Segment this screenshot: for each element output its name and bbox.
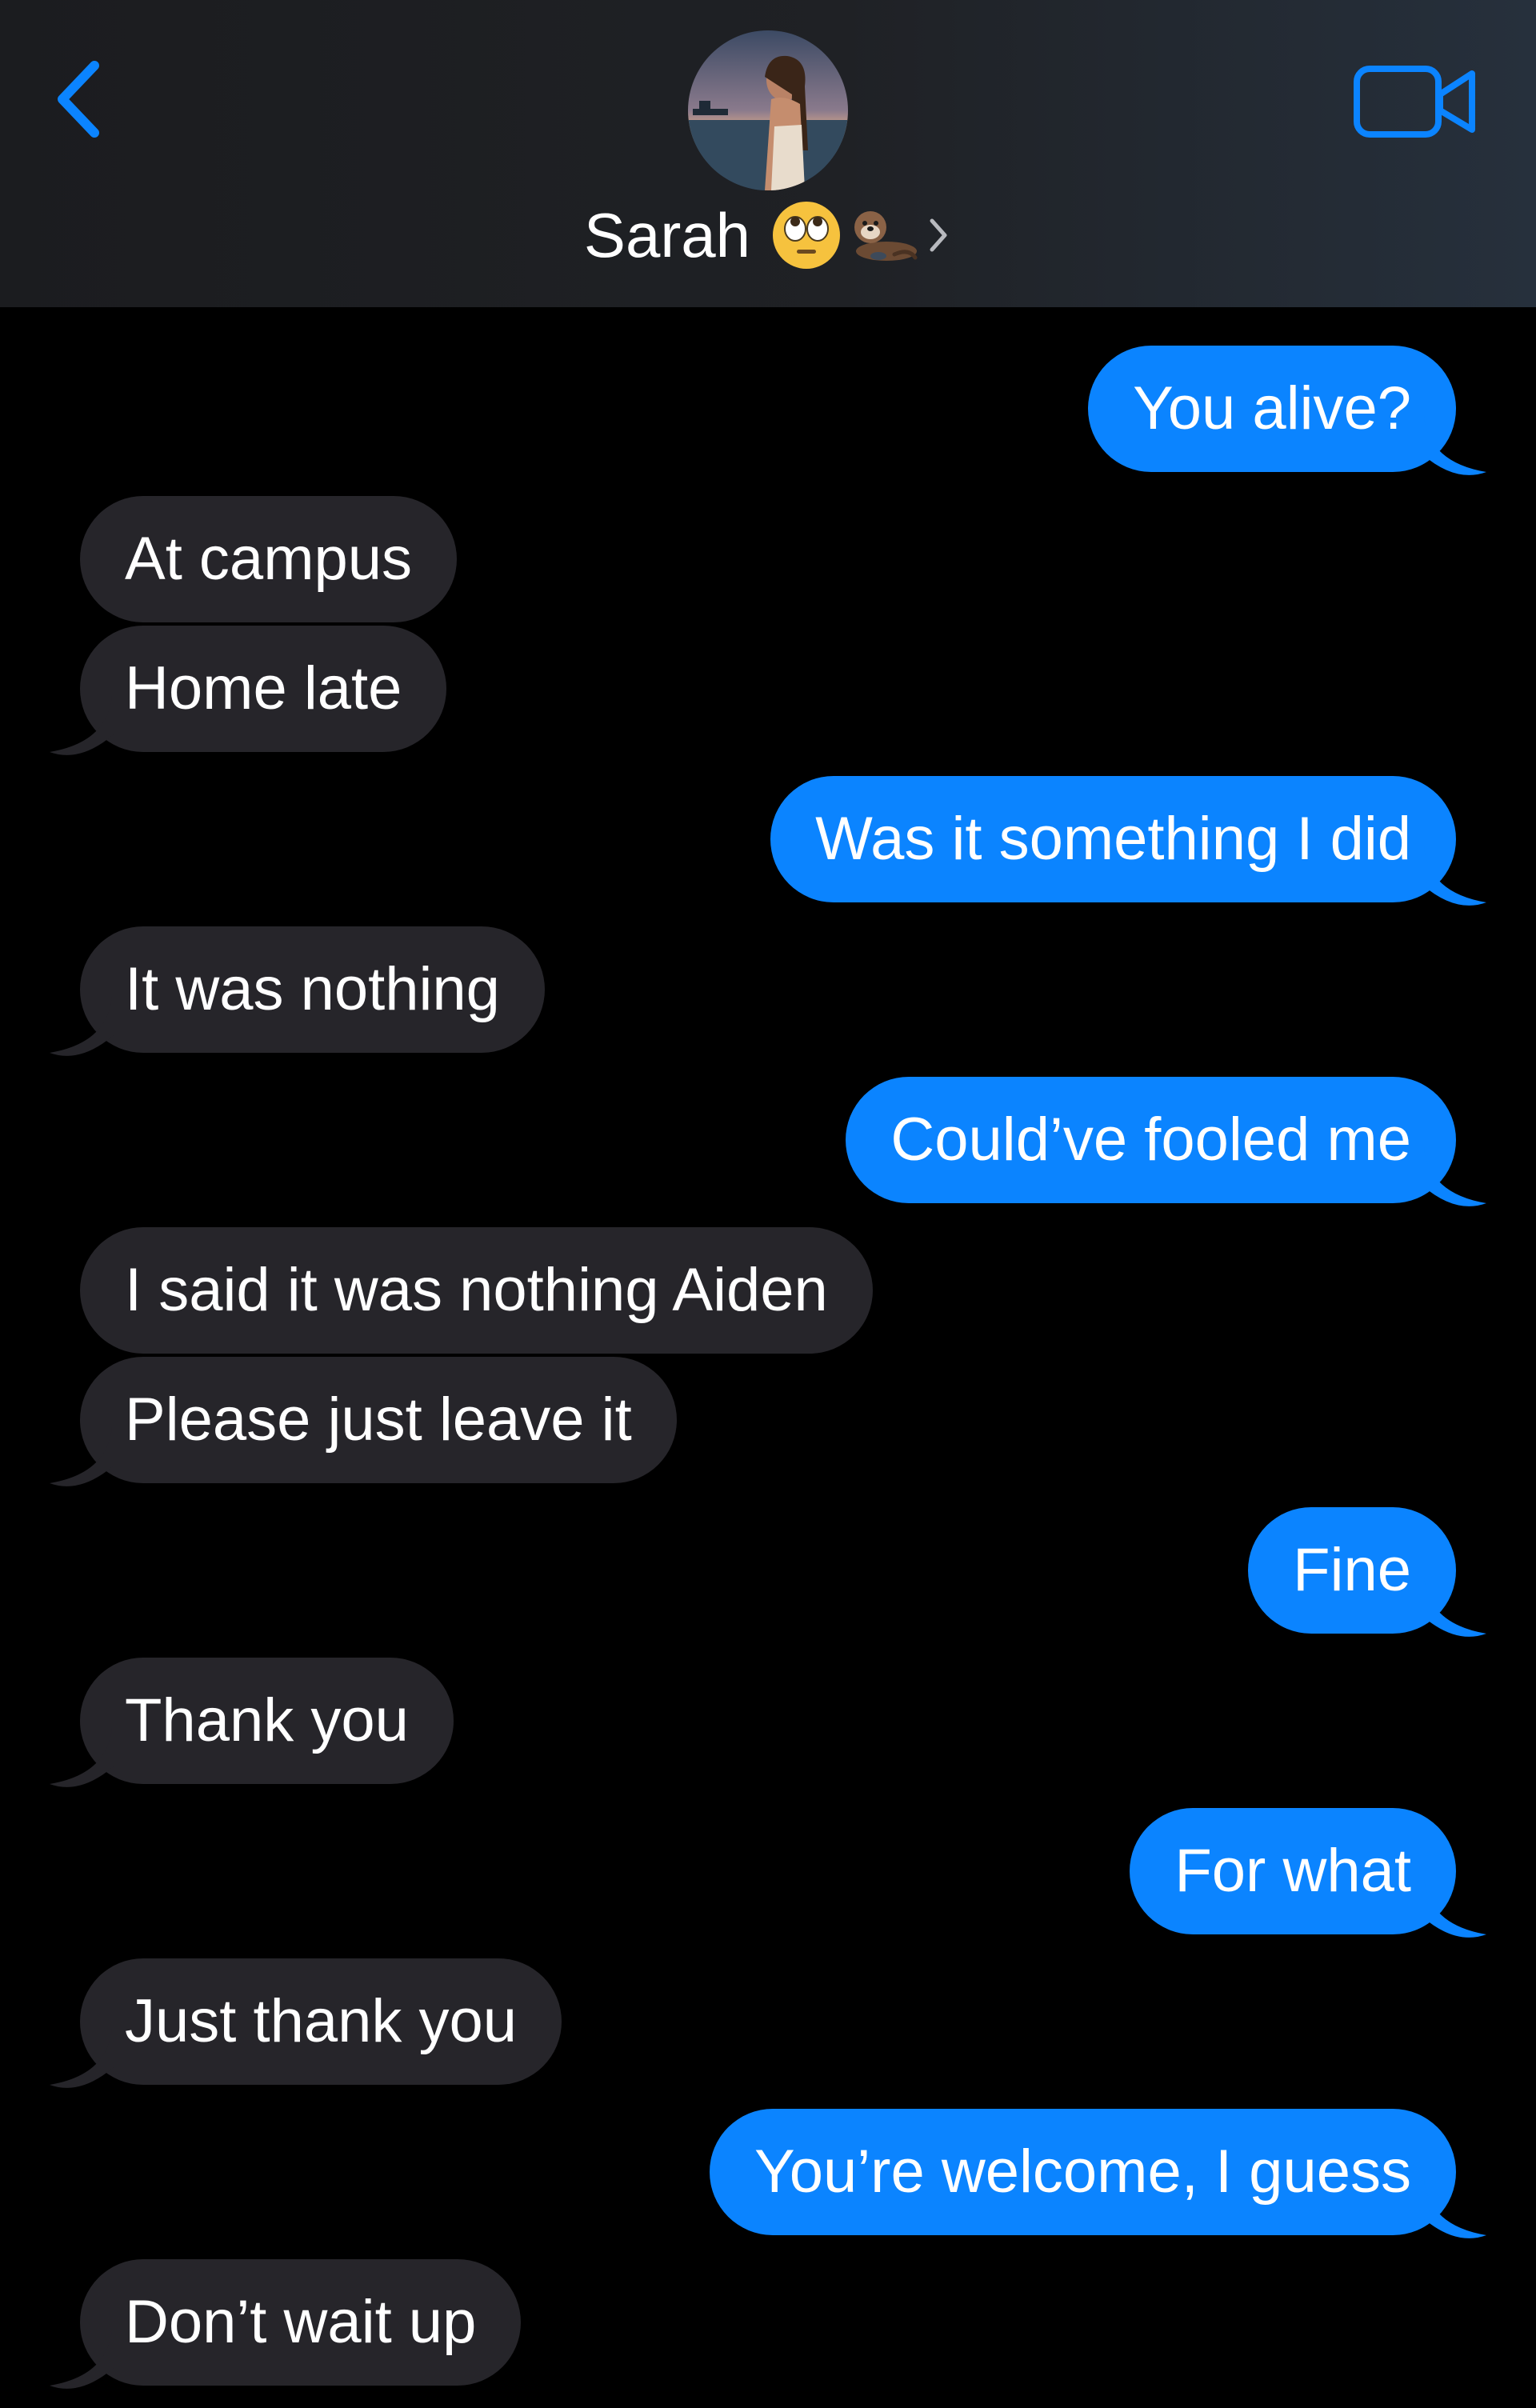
message-list[interactable]: You alive? At campus Home late Was it so… (0, 307, 1536, 2408)
contact-avatar[interactable] (688, 30, 848, 190)
message-row: Was it something I did (0, 776, 1536, 906)
outgoing-message-bubble[interactable]: Could’ve fooled me (846, 1077, 1456, 1203)
video-camera-icon (1354, 66, 1475, 138)
message-row: Fine (0, 1507, 1536, 1637)
incoming-bubble-tail (50, 1728, 114, 1790)
incoming-message-bubble[interactable]: Please just leave it (80, 1357, 677, 1483)
incoming-message-bubble[interactable]: I said it was nothing Aiden (80, 1227, 873, 1354)
outgoing-bubble-tail (1422, 416, 1486, 478)
incoming-bubble-tail (50, 1427, 114, 1490)
outgoing-bubble-tail (1422, 1578, 1486, 1640)
incoming-message-bubble[interactable]: Don’t wait up (80, 2259, 522, 2386)
outgoing-message-bubble[interactable]: Was it something I did (770, 776, 1456, 902)
otter-icon (846, 198, 920, 272)
outgoing-message-bubble[interactable]: For what (1130, 1808, 1456, 1934)
contact-name: Sarah (583, 200, 751, 270)
message-row: Could’ve fooled me (0, 1077, 1536, 1206)
message-row: For what (0, 1808, 1536, 1938)
avatar-photo (688, 30, 848, 190)
chevron-left-icon (58, 61, 99, 138)
outgoing-bubble-tail (1422, 2179, 1486, 2242)
contact-name-button[interactable]: Sarah (0, 195, 1536, 275)
message-row: I said it was nothing Aiden (0, 1227, 1536, 1354)
incoming-bubble-tail (50, 2029, 114, 2091)
face-with-rolling-eyes-icon (770, 198, 843, 272)
message-row: You’re welcome, I guess (0, 2109, 1536, 2238)
incoming-message-bubble[interactable]: It was nothing (80, 926, 545, 1053)
message-row: Just thank you (0, 1958, 1536, 2088)
message-row: You alive? (0, 346, 1536, 475)
chevron-right-icon (925, 213, 952, 258)
incoming-message-bubble[interactable]: Home late (80, 626, 447, 752)
incoming-bubble-tail (50, 696, 114, 758)
outgoing-bubble-tail (1422, 1147, 1486, 1210)
outgoing-bubble-tail (1422, 1878, 1486, 1941)
back-button[interactable] (45, 51, 117, 147)
message-row: Home late (0, 626, 1536, 755)
conversation-header: Sarah (0, 0, 1536, 307)
message-row: Thank you (0, 1658, 1536, 1787)
incoming-message-bubble[interactable]: Just thank you (80, 1958, 562, 2085)
incoming-message-bubble[interactable]: At campus (80, 496, 458, 622)
video-call-button[interactable] (1352, 62, 1480, 142)
message-row: It was nothing (0, 926, 1536, 1056)
incoming-bubble-tail (50, 997, 114, 1059)
message-row: At campus (0, 496, 1536, 622)
outgoing-message-bubble[interactable]: You’re welcome, I guess (710, 2109, 1456, 2235)
message-row: Don’t wait up (0, 2259, 1536, 2389)
incoming-bubble-tail (50, 2330, 114, 2392)
message-row: Please just leave it (0, 1357, 1536, 1486)
outgoing-message-bubble[interactable]: You alive? (1088, 346, 1456, 472)
outgoing-bubble-tail (1422, 846, 1486, 909)
incoming-message-bubble[interactable]: Thank you (80, 1658, 454, 1784)
